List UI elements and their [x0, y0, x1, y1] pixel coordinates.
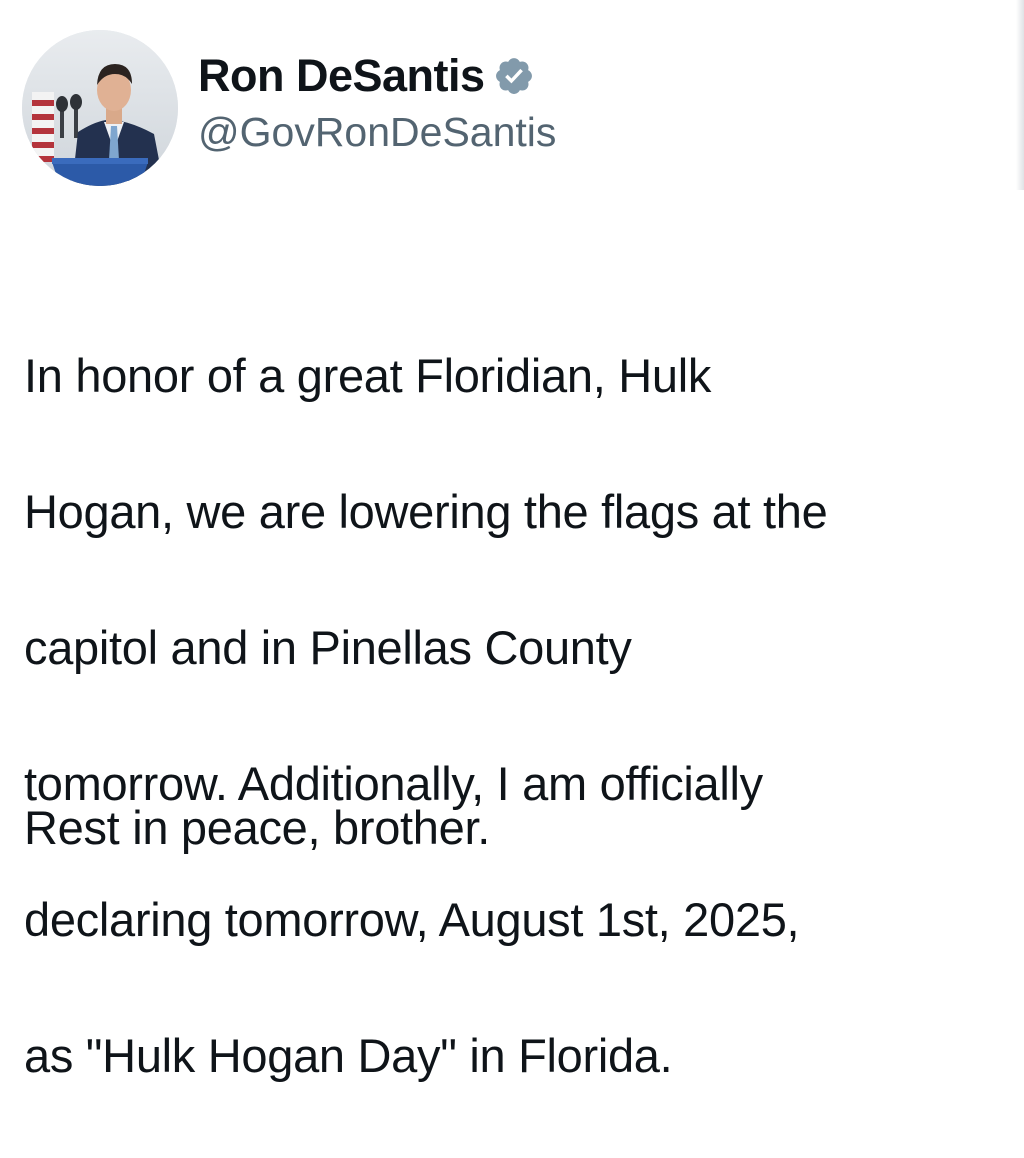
author-handle[interactable]: @GovRonDeSantis — [198, 106, 978, 158]
tweet-text-line: capitol and in Pinellas County — [24, 621, 632, 674]
tweet-header: Ron DeSantis @GovRonDeSantis — [22, 30, 982, 188]
tweet-text-line: Hogan, we are lowering the flags at the — [24, 485, 828, 538]
name-row: Ron DeSantis — [198, 48, 978, 104]
author-identity: Ron DeSantis @GovRonDeSantis — [198, 48, 978, 158]
avatar[interactable] — [22, 30, 178, 186]
author-display-name[interactable]: Ron DeSantis — [198, 48, 485, 104]
verified-badge-icon — [493, 55, 535, 97]
tweet-text: In honor of a great Floridian, Hulk Hoga… — [24, 274, 1004, 1158]
avatar-photo — [22, 30, 178, 186]
tweet-text-line: In honor of a great Floridian, Hulk — [24, 349, 712, 402]
tweet-text-line: as "Hulk Hogan Day" in Florida. — [24, 1029, 673, 1082]
edge-shadow — [1016, 0, 1024, 190]
tweet-closing-text: Rest in peace, brother. — [24, 801, 490, 854]
tweet-text-line: declaring tomorrow, August 1st, 2025, — [24, 893, 800, 946]
tweet-card: Ron DeSantis @GovRonDeSantis In honor of… — [0, 0, 1024, 1082]
